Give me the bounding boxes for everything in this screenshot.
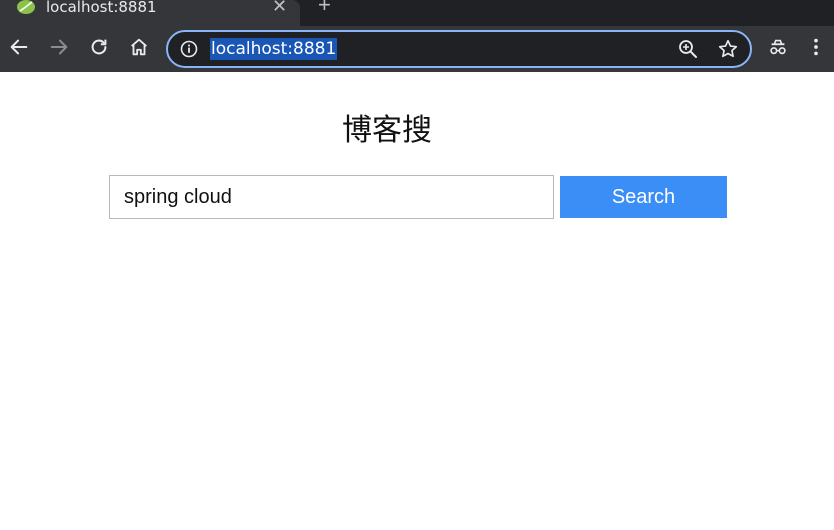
page-title: 博客搜 bbox=[342, 113, 432, 148]
menu-icon[interactable] bbox=[804, 35, 828, 59]
info-icon[interactable] bbox=[180, 40, 198, 58]
forward-icon[interactable] bbox=[47, 35, 71, 59]
star-icon[interactable] bbox=[717, 38, 739, 60]
reload-icon[interactable] bbox=[87, 35, 111, 59]
search-button[interactable]: Search bbox=[560, 176, 727, 218]
home-icon[interactable] bbox=[127, 35, 151, 59]
spring-leaf-icon bbox=[17, 0, 35, 14]
tab-localhost[interactable]: localhost:8881 ✕ bbox=[0, 0, 300, 26]
address-bar[interactable]: localhost:8881 bbox=[166, 30, 752, 68]
browser-toolbar: localhost:8881 bbox=[0, 26, 834, 72]
tab-title: localhost:8881 bbox=[46, 0, 157, 16]
new-tab-icon[interactable]: + bbox=[318, 0, 331, 16]
incognito-icon[interactable] bbox=[766, 35, 790, 59]
search-input[interactable] bbox=[109, 175, 554, 219]
close-tab-icon[interactable]: ✕ bbox=[272, 0, 287, 16]
zoom-icon[interactable] bbox=[678, 39, 698, 59]
tab-strip: localhost:8881 ✕ + bbox=[0, 0, 834, 26]
address-url[interactable]: localhost:8881 bbox=[210, 38, 338, 60]
back-icon[interactable] bbox=[7, 35, 31, 59]
